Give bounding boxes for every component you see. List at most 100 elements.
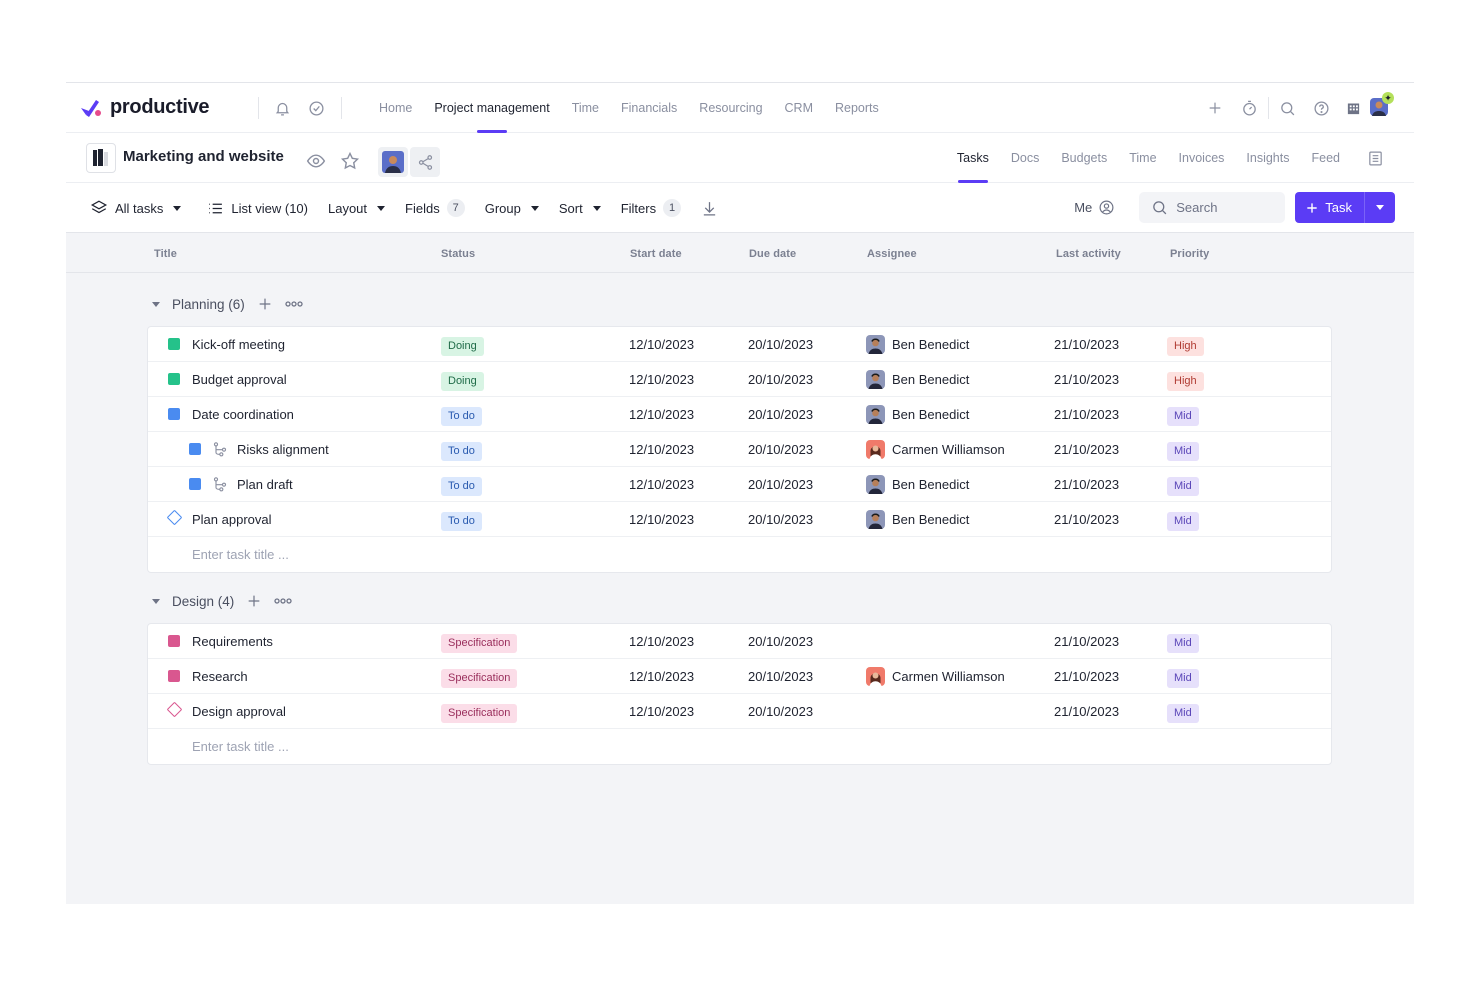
table-row[interactable]: Research Specification 12/10/2023 20/10/202… — [148, 659, 1331, 694]
bell-icon[interactable] — [271, 97, 293, 119]
nav-crm[interactable]: CRM — [774, 83, 824, 133]
layout-dropdown[interactable]: Layout — [328, 201, 386, 216]
check-circle-icon[interactable] — [305, 97, 327, 119]
tab-feed[interactable]: Feed — [1301, 133, 1352, 183]
due-date[interactable]: 20/10/2023 — [748, 624, 813, 659]
assignee-name[interactable]: Carmen Williamson — [892, 432, 1005, 467]
add-task-row[interactable]: Enter task title ... — [148, 729, 1331, 764]
nav-resourcing[interactable]: Resourcing — [688, 83, 773, 133]
column-assignee[interactable]: Assignee — [867, 248, 917, 260]
nav-reports[interactable]: Reports — [824, 83, 890, 133]
add-task-button[interactable]: Task — [1295, 192, 1395, 223]
task-options-dropdown[interactable] — [1364, 192, 1395, 223]
task-title[interactable]: Date coordination — [192, 397, 294, 432]
more-options-icon[interactable] — [285, 300, 303, 308]
help-icon[interactable] — [1310, 97, 1332, 119]
user-avatar[interactable]: ✦ — [1370, 92, 1394, 116]
table-row[interactable]: Design approval Specification 12/10/2023 20… — [148, 694, 1331, 729]
status-cell[interactable]: To do — [441, 432, 482, 467]
column-priority[interactable]: Priority — [1170, 248, 1209, 260]
task-title[interactable]: Design approval — [192, 694, 286, 729]
due-date[interactable]: 20/10/2023 — [748, 659, 813, 694]
due-date[interactable]: 20/10/2023 — [748, 432, 813, 467]
task-title[interactable]: Plan draft — [237, 467, 293, 502]
due-date[interactable]: 20/10/2023 — [748, 502, 813, 537]
table-row[interactable]: Date coordination To do 12/10/2023 20/10/20… — [148, 397, 1331, 432]
task-title[interactable]: Plan approval — [192, 502, 272, 537]
start-date[interactable]: 12/10/2023 — [629, 467, 694, 502]
list-view-button[interactable]: List view (10) — [207, 200, 308, 217]
column-start-date[interactable]: Start date — [630, 248, 682, 260]
search-icon[interactable] — [1276, 97, 1298, 119]
task-title[interactable]: Budget approval — [192, 362, 287, 397]
priority-cell[interactable]: Mid — [1167, 467, 1199, 502]
assignee-name[interactable]: Ben Benedict — [892, 327, 969, 362]
project-member-avatar[interactable] — [378, 147, 408, 177]
column-due-date[interactable]: Due date — [749, 248, 796, 260]
table-row[interactable]: Budget approval Doing 12/10/2023 20/10/2023… — [148, 362, 1331, 397]
new-task-title-input[interactable]: Enter task title ... — [192, 729, 289, 764]
collapse-triangle-icon[interactable] — [152, 301, 160, 307]
due-date[interactable]: 20/10/2023 — [748, 694, 813, 729]
nav-financials[interactable]: Financials — [610, 83, 688, 133]
search-input[interactable]: Search — [1139, 192, 1286, 223]
priority-cell[interactable]: Mid — [1167, 502, 1199, 537]
table-row[interactable]: Requirements Specification 12/10/2023 20/10… — [148, 624, 1331, 659]
status-cell[interactable]: To do — [441, 397, 482, 432]
add-task-row[interactable]: Enter task title ... — [148, 537, 1331, 572]
due-date[interactable]: 20/10/2023 — [748, 327, 813, 362]
group-dropdown[interactable]: Group — [485, 201, 539, 216]
filters-button[interactable]: Filters 1 — [621, 199, 682, 217]
assignee-name[interactable]: Ben Benedict — [892, 397, 969, 432]
watch-eye-icon[interactable] — [306, 151, 326, 174]
column-last-activity[interactable]: Last activity — [1056, 248, 1121, 260]
new-task-button[interactable]: Task — [1295, 192, 1364, 223]
brand-logo[interactable]: productive — [80, 96, 210, 119]
due-date[interactable]: 20/10/2023 — [748, 362, 813, 397]
group-title[interactable]: Design (4) — [172, 594, 234, 609]
fields-button[interactable]: Fields 7 — [405, 199, 465, 217]
all-tasks-dropdown[interactable]: All tasks — [90, 199, 182, 217]
assignee-name[interactable]: Carmen Williamson — [892, 659, 1005, 694]
status-cell[interactable]: To do — [441, 467, 482, 502]
new-task-title-input[interactable]: Enter task title ... — [192, 537, 289, 572]
task-title[interactable]: Kick-off meeting — [192, 327, 285, 362]
status-cell[interactable]: Specification — [441, 694, 518, 729]
assignee-name[interactable]: Ben Benedict — [892, 502, 969, 537]
favorite-star-icon[interactable] — [340, 151, 360, 174]
priority-cell[interactable]: Mid — [1167, 432, 1199, 467]
start-date[interactable]: 12/10/2023 — [629, 362, 694, 397]
priority-cell[interactable]: Mid — [1167, 694, 1199, 729]
priority-cell[interactable]: Mid — [1167, 659, 1199, 694]
tab-time[interactable]: Time — [1118, 133, 1167, 183]
nav-project-management[interactable]: Project management — [423, 83, 560, 133]
plus-icon[interactable] — [1204, 97, 1226, 119]
start-date[interactable]: 12/10/2023 — [629, 502, 694, 537]
assignee-name[interactable]: Ben Benedict — [892, 467, 969, 502]
status-cell[interactable]: Specification — [441, 659, 518, 694]
priority-cell[interactable]: High — [1167, 327, 1204, 362]
start-date[interactable]: 12/10/2023 — [629, 397, 694, 432]
column-status[interactable]: Status — [441, 248, 475, 260]
building-icon[interactable] — [1342, 97, 1364, 119]
start-date[interactable]: 12/10/2023 — [629, 659, 694, 694]
due-date[interactable]: 20/10/2023 — [748, 397, 813, 432]
tab-invoices[interactable]: Invoices — [1168, 133, 1236, 183]
table-row[interactable]: Plan draft To do 12/10/2023 20/10/2023 Ben B… — [148, 467, 1331, 502]
tab-tasks[interactable]: Tasks — [946, 133, 1000, 183]
add-task-to-group-icon[interactable] — [257, 296, 273, 312]
more-options-icon[interactable] — [274, 597, 292, 605]
table-row[interactable]: Risks alignment To do 12/10/2023 20/10/2023… — [148, 432, 1331, 467]
status-cell[interactable]: Specification — [441, 624, 518, 659]
due-date[interactable]: 20/10/2023 — [748, 467, 813, 502]
priority-cell[interactable]: High — [1167, 362, 1204, 397]
tab-budgets[interactable]: Budgets — [1050, 133, 1118, 183]
sidebar-toggle-icon[interactable] — [1351, 150, 1384, 167]
task-title[interactable]: Research — [192, 659, 248, 694]
collapse-triangle-icon[interactable] — [152, 598, 160, 604]
task-title[interactable]: Risks alignment — [237, 432, 329, 467]
status-cell[interactable]: Doing — [441, 362, 484, 397]
export-button[interactable] — [701, 200, 718, 217]
group-title[interactable]: Planning (6) — [172, 297, 245, 312]
start-date[interactable]: 12/10/2023 — [629, 624, 694, 659]
